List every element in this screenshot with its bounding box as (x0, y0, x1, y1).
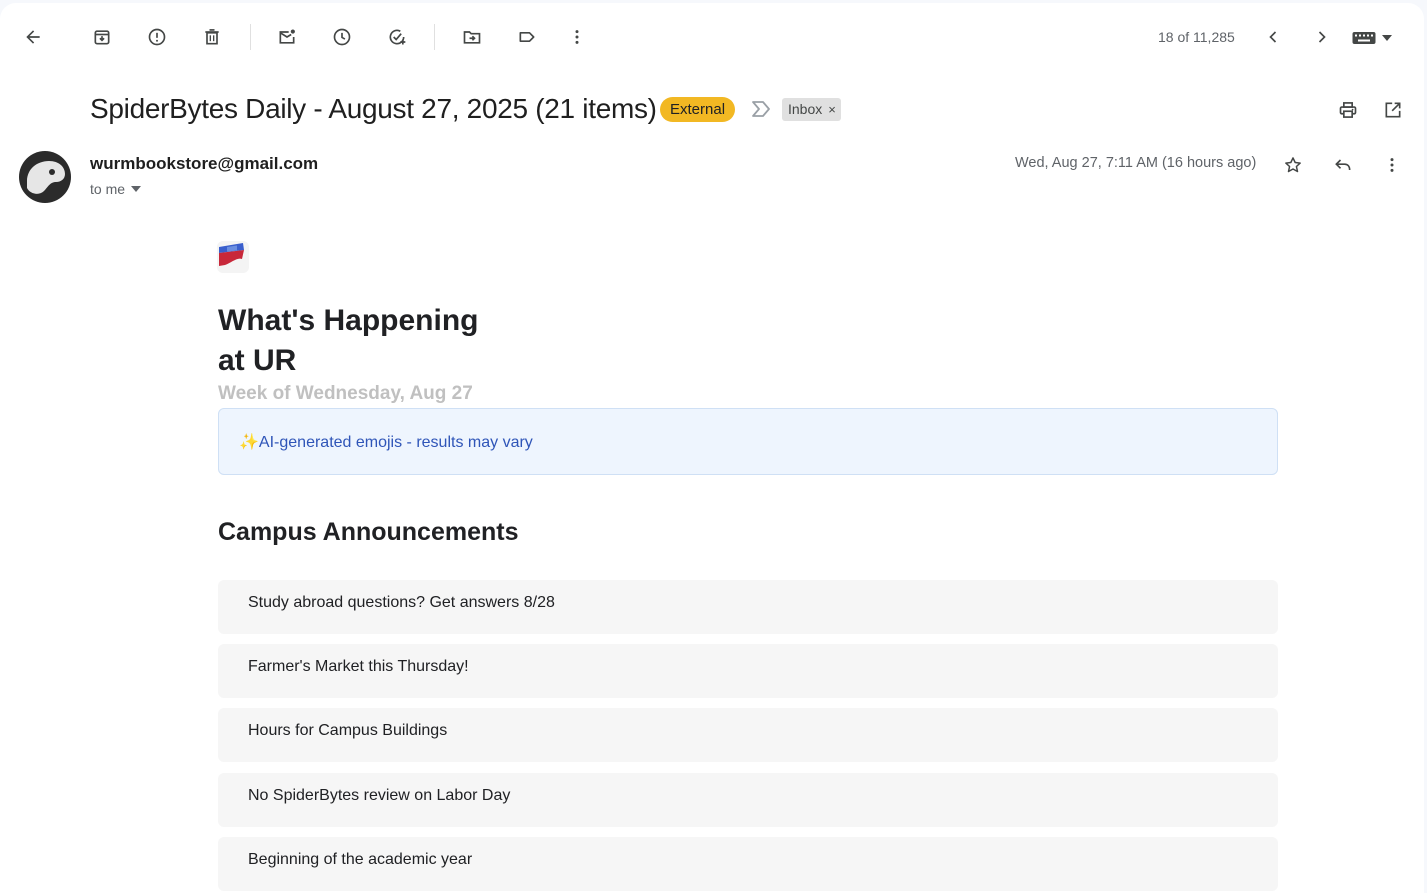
open-in-new-icon (1385, 102, 1401, 118)
keyboard-icon (1352, 32, 1376, 44)
chevron-left-icon (1269, 31, 1277, 43)
reply-icon (1335, 159, 1351, 171)
importance-marker-icon[interactable] (751, 100, 771, 118)
external-badge: External (660, 97, 736, 122)
reply-button[interactable] (1325, 147, 1361, 183)
print-icon (1339, 102, 1357, 118)
input-tools-button[interactable] (1352, 25, 1404, 51)
toolbar-divider (250, 24, 251, 50)
announcement-item[interactable]: Study abroad questions? Get answers 8/28 (218, 580, 1278, 634)
heading-line-1: What's Happening (218, 304, 479, 337)
sender-email[interactable]: wurmbookstore@gmail.com (90, 154, 318, 174)
chevron-right-icon (1318, 31, 1326, 43)
email-subject: SpiderBytes Daily - August 27, 2025 (21 … (90, 93, 657, 124)
more-vert-icon (575, 30, 579, 44)
older-button[interactable] (1304, 19, 1340, 55)
remove-label-icon[interactable]: × (828, 98, 836, 121)
move-to-button[interactable] (454, 19, 490, 55)
ai-notice-text: ✨AI-generated emojis - results may vary (239, 433, 533, 451)
avatar-image-icon (27, 161, 65, 194)
delete-button[interactable] (194, 19, 230, 55)
open-new-window-button[interactable] (1375, 92, 1411, 128)
label-icon (519, 32, 535, 43)
announcement-item[interactable]: Farmer's Market this Thursday! (218, 644, 1278, 698)
mark-unread-button[interactable] (269, 19, 305, 55)
message-counter: 18 of 11,285 (1158, 29, 1235, 45)
announcement-item[interactable]: No SpiderBytes review on Labor Day (218, 773, 1278, 827)
report-spam-button[interactable] (139, 19, 175, 55)
labels-button[interactable] (509, 19, 545, 55)
add-task-icon (389, 29, 406, 45)
newsletter-heading: What's Happening at UR (218, 301, 538, 381)
announcement-item[interactable]: Hours for Campus Buildings (218, 708, 1278, 762)
back-button[interactable] (15, 19, 51, 55)
arrow-back-icon (26, 30, 40, 44)
section-title: Campus Announcements (218, 518, 519, 546)
star-icon (1285, 157, 1301, 173)
add-to-tasks-button[interactable] (379, 19, 415, 55)
archive-button[interactable] (84, 19, 120, 55)
inbox-label-text: Inbox (788, 101, 823, 117)
print-button[interactable] (1330, 92, 1366, 128)
snooze-button[interactable] (324, 19, 360, 55)
star-button[interactable] (1275, 147, 1311, 183)
toolbar-divider (434, 24, 435, 50)
email-date: Wed, Aug 27, 7:11 AM (16 hours ago) (1015, 155, 1257, 171)
announcement-item[interactable]: Beginning of the academic year (218, 837, 1278, 891)
trash-icon (205, 29, 219, 45)
recipient-details[interactable]: to me (90, 181, 142, 197)
inbox-label-chip: Inbox × (782, 98, 841, 121)
move-folder-icon (463, 31, 481, 44)
ai-notice-box: ✨AI-generated emojis - results may vary (218, 408, 1278, 475)
recipient-text: to me (90, 181, 126, 197)
archive-icon (94, 30, 110, 45)
report-icon (148, 28, 166, 46)
heading-line-2: at UR (218, 344, 297, 377)
mail-unread-icon (279, 29, 295, 44)
caret-down-icon (1382, 35, 1392, 41)
email-view: 18 of 11,285 SpiderBytes Daily - August … (0, 3, 1424, 893)
clock-icon (333, 28, 351, 46)
more-actions-button[interactable] (559, 19, 595, 55)
more-message-options-button[interactable] (1374, 147, 1410, 183)
sender-avatar[interactable] (19, 151, 71, 203)
more-vert-icon (1390, 158, 1394, 172)
newer-button[interactable] (1255, 19, 1291, 55)
spiderbytes-logo-icon (217, 241, 249, 273)
week-subtitle: Week of Wednesday, Aug 27 (218, 383, 473, 404)
chevron-down-icon (131, 186, 142, 192)
